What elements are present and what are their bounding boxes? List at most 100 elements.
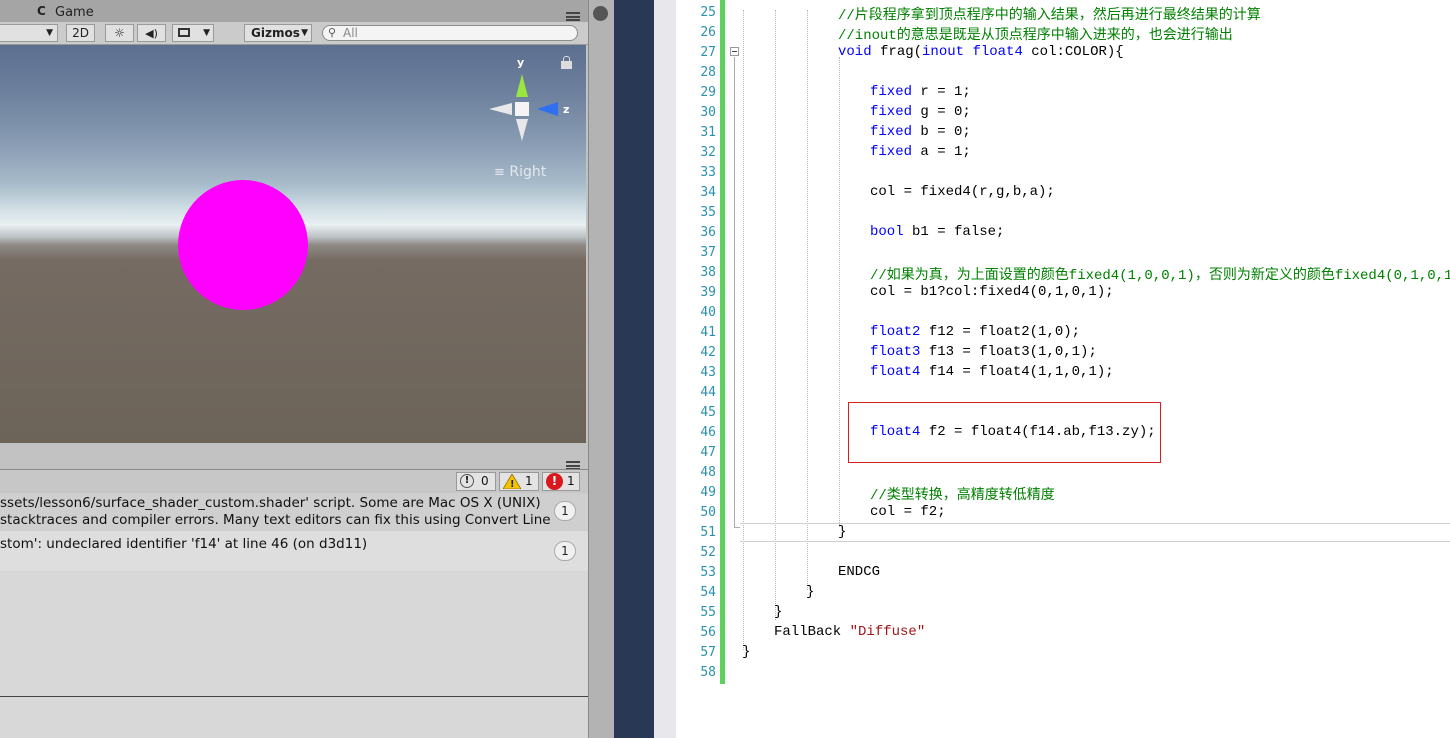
display-dropdown[interactable]: ▼ [0,24,58,42]
console-toolbar: ! 0 ! 1 ! 1 [0,469,588,494]
code-line[interactable]: fixed g = 0; [870,104,971,120]
code-line[interactable]: ENDCG [838,564,880,580]
code-keyword: fixed [870,124,913,140]
code-line[interactable]: } [774,604,782,620]
effects-dropdown[interactable]: ▼ [172,24,214,42]
code-token: col = fixed4(r,g,b,a); [870,184,1055,200]
code-line[interactable]: //如果为真，为上面设置的颜色fixed4(1,0,0,1)，否则为新定义的颜色… [870,264,1450,284]
annotation-highlight-box [848,402,1161,463]
audio-toggle[interactable]: ◀) [137,24,166,42]
code-line[interactable]: //inout的意思是既是从顶点程序中输入进来的，也会进行输出 [838,24,1233,44]
code-line[interactable]: //类型转换，高精度转低精度 [870,484,1055,504]
game-toolbar: ▼ 2D ☼ ◀) ▼ Gizmos ▼ ⚲ All [0,22,588,45]
line-number: 38 [700,265,716,280]
current-line-highlight [740,523,1450,542]
indent-guide-line [839,57,840,527]
unity-window-border [588,0,615,738]
info-count: 0 [481,474,489,488]
line-number: 53 [700,565,716,580]
line-number: 35 [700,205,716,220]
orientation-gizmo[interactable]: y z [486,57,576,147]
window-close-icon[interactable] [593,6,608,21]
mode-2d-button[interactable]: 2D [66,24,95,42]
scene-search-input[interactable]: ⚲ All [322,25,578,41]
line-number: 34 [700,185,716,200]
line-number: 46 [700,425,716,440]
code-keyword: float3 [870,344,921,360]
line-number: 57 [700,645,716,660]
line-number: 50 [700,505,716,520]
code-line[interactable]: bool b1 = false; [870,224,1004,240]
log-text: stom': undeclared identifier 'f14' at li… [0,536,368,552]
hamburger-icon: ≡ [494,165,505,180]
log-entry-warning[interactable]: ssets/lesson6/surface_shader_custom.shad… [0,493,588,531]
code-line[interactable]: } [742,644,750,660]
warning-filter-toggle[interactable]: ! 1 [499,472,539,491]
console-divider[interactable] [0,696,588,697]
collapse-toggle-icon[interactable] [730,47,739,56]
line-number: 42 [700,345,716,360]
error-filter-toggle[interactable]: ! 1 [542,472,580,491]
code-line[interactable]: } [838,524,846,540]
line-number: 55 [700,605,716,620]
code-line[interactable]: float4 f14 = float4(1,1,0,1); [870,364,1114,380]
line-number: 36 [700,225,716,240]
code-line[interactable]: float2 f12 = float2(1,0); [870,324,1080,340]
change-indicator-bar [720,0,725,684]
line-number: 29 [700,85,716,100]
line-number: 41 [700,325,716,340]
code-token: frag( [871,44,923,60]
line-number: 37 [700,245,716,260]
vs-side-panel: 蔀 [614,0,1254,738]
code-token: } [742,644,751,660]
magenta-sphere[interactable] [178,180,308,310]
gizmo-y-cone [516,74,528,97]
code-line[interactable]: FallBack "Diffuse" [774,624,925,640]
code-line[interactable]: col = b1?col:fixed4(0,1,0,1); [870,284,1114,300]
tab-menu-icon[interactable] [566,12,580,21]
search-icon: ⚲ [328,26,337,39]
code-line[interactable]: } [806,584,814,600]
code-keyword: float2 [870,324,921,340]
line-number: 49 [700,485,716,500]
view-label-text: Right [509,164,547,180]
lock-icon[interactable] [561,56,572,69]
code-line[interactable]: float3 f13 = float3(1,0,1); [870,344,1097,360]
code-comment: //类型转换，高精度转低精度 [870,488,1055,504]
unity-editor: C Game ▼ 2D ☼ ◀) ▼ Gizmos ▼ ⚲ All y z ≡ … [0,0,588,738]
tab-game-label: Game [55,5,94,20]
line-number: 25 [700,5,716,20]
gizmos-dropdown[interactable]: Gizmos ▼ [244,24,312,42]
line-number: 30 [700,105,716,120]
gizmo-z-label: z [563,103,569,116]
log-entry-error[interactable]: stom': undeclared identifier 'f14' at li… [0,531,588,571]
gizmo-down-cone [516,119,528,141]
code-line[interactable]: col = fixed4(r,g,b,a); [870,184,1055,200]
scene-view[interactable]: y z ≡ Right [0,45,586,443]
code-editor[interactable]: 25 //片段程序拿到顶点程序中的输入结果，然后再进行最终结果的计算 26 //ino… [676,0,1450,738]
code-line[interactable]: void frag(inout float4 col:COLOR){ [838,44,1124,60]
code-comment: //片段程序拿到顶点程序中的输入结果，然后再进行最终结果的计算 [838,8,1261,24]
code-line[interactable]: fixed a = 1; [870,144,971,160]
lighting-toggle[interactable]: ☼ [105,24,134,42]
code-line[interactable]: //片段程序拿到顶点程序中的输入结果，然后再进行最终结果的计算 [838,4,1261,24]
view-label[interactable]: ≡ Right [494,164,546,180]
warning-icon: ! [503,474,521,489]
line-number: 56 [700,625,716,640]
line-number: 48 [700,465,716,480]
dropdown-arrow-icon: ▼ [301,28,308,38]
code-line[interactable]: fixed b = 0; [870,124,971,140]
info-filter-toggle[interactable]: ! 0 [456,472,496,491]
tab-game[interactable]: C Game [30,3,110,22]
info-icon: ! [460,474,474,488]
code-keyword: float4 [870,364,921,380]
code-line[interactable]: fixed r = 1; [870,84,971,100]
console-log-list: ssets/lesson6/surface_shader_custom.shad… [0,493,588,738]
code-string: "Diffuse" [849,624,926,640]
line-number: 44 [700,385,716,400]
code-line[interactable]: col = f2; [870,504,946,520]
line-number: 39 [700,285,716,300]
dropdown-arrow-icon: ▼ [46,28,53,38]
code-token: f13 = float3(1,0,1); [920,344,1097,360]
code-keyword: fixed [870,144,913,160]
